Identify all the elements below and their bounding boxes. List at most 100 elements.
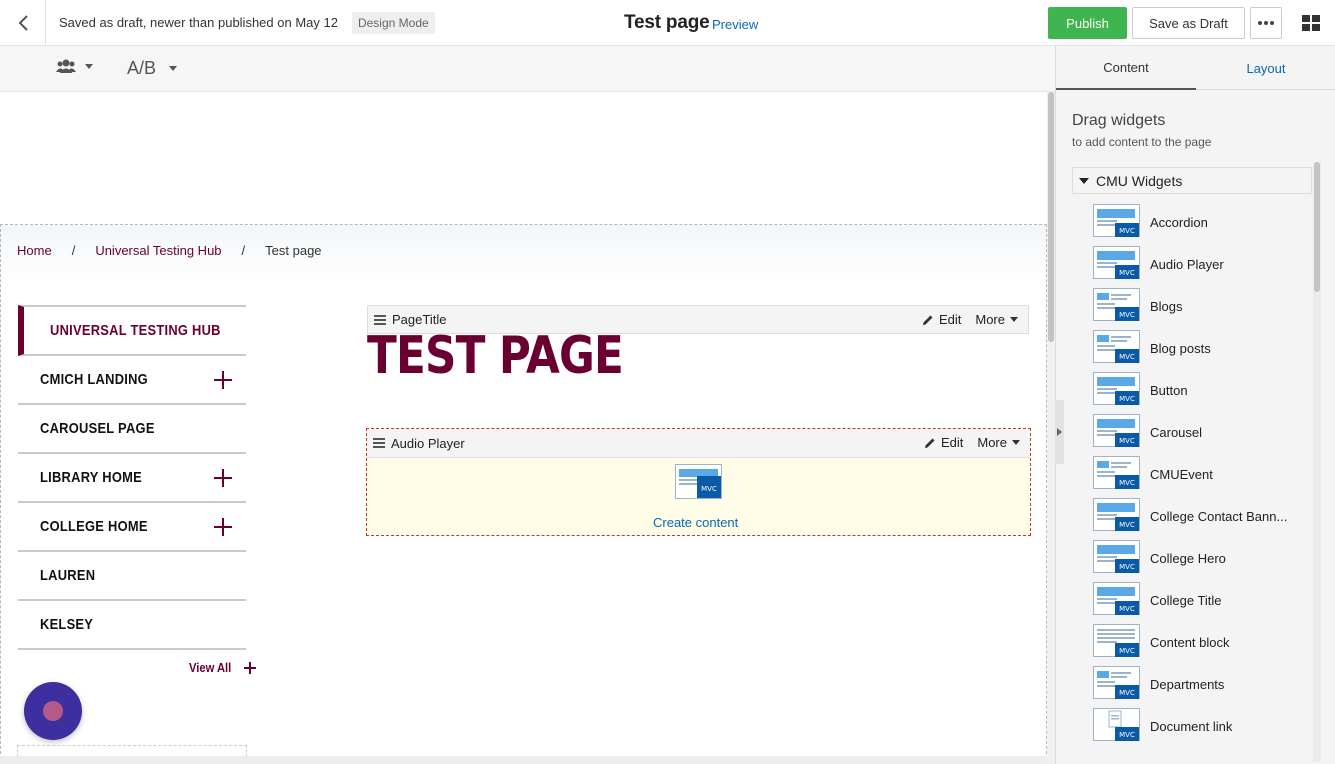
panel-collapse-handle[interactable]: [1055, 400, 1064, 464]
more-dropdown[interactable]: More: [975, 312, 1018, 327]
widget-item-label: Departments: [1150, 676, 1225, 692]
edit-button[interactable]: Edit: [924, 435, 963, 450]
nav-item[interactable]: LIBRARY HOME: [18, 454, 246, 503]
canvas-scrollbar[interactable]: [1047, 92, 1055, 764]
caret-down-icon: [85, 63, 93, 69]
back-button[interactable]: [0, 0, 46, 46]
widget-item[interactable]: MVC Document link: [1093, 705, 1293, 747]
widget-item[interactable]: MVC Audio Player: [1093, 243, 1293, 285]
horizontal-scrollbar[interactable]: [0, 756, 1047, 764]
widget-item-label: College Contact Bann...: [1150, 508, 1288, 524]
panel-scrollbar[interactable]: [1313, 162, 1321, 762]
editor-toolbar: A/B: [0, 46, 1055, 92]
widget-group-toggle[interactable]: CMU Widgets: [1072, 167, 1312, 194]
chevron-left-icon: [18, 14, 28, 31]
nav-item[interactable]: CMICH LANDING: [18, 356, 246, 405]
breadcrumb: Home / Universal Testing Hub / Test page: [17, 243, 322, 258]
svg-text:MVC: MVC: [1119, 647, 1135, 655]
widget-item[interactable]: MVC Blogs: [1093, 285, 1293, 327]
expand-plus-icon[interactable]: [214, 370, 232, 389]
audio-widget-bar[interactable]: Audio Player Edit More: [367, 429, 1030, 458]
page-title: Test page: [624, 12, 710, 33]
nav-item-label: CMICH LANDING: [40, 371, 148, 388]
page-heading: TEST PAGE: [367, 326, 624, 386]
widget-item-label: College Title: [1150, 592, 1222, 608]
more-label: More: [975, 312, 1005, 327]
breadcrumb-separator: /: [71, 243, 76, 258]
mvc-widget-icon: MVC: [1093, 203, 1141, 241]
design-mode-badge: Design Mode: [351, 11, 435, 34]
widget-item[interactable]: MVC Blog posts: [1093, 327, 1293, 369]
widget-item-label: Blogs: [1150, 298, 1183, 314]
mvc-widget-icon: MVC: [1093, 707, 1141, 745]
pencil-icon: [924, 438, 935, 448]
svg-text:MVC: MVC: [1119, 563, 1135, 571]
widget-item[interactable]: MVC College Title: [1093, 579, 1293, 621]
more-options-button[interactable]: [1250, 7, 1282, 39]
widget-item[interactable]: MVC College Hero: [1093, 537, 1293, 579]
breadcrumb-hub[interactable]: Universal Testing Hub: [95, 243, 221, 258]
drag-handle-icon[interactable]: [374, 314, 386, 325]
caret-down-icon: [169, 66, 178, 71]
svg-text:MVC: MVC: [1119, 353, 1135, 361]
panel-tabs: Content Layout: [1056, 46, 1335, 90]
publish-button[interactable]: Publish: [1048, 7, 1127, 39]
grid-icon: [1302, 15, 1320, 31]
tab-content[interactable]: Content: [1056, 46, 1196, 90]
edit-button[interactable]: Edit: [922, 312, 961, 327]
widget-panel: Content Layout Drag widgets to add conte…: [1055, 46, 1335, 764]
nav-item-label: COLLEGE HOME: [40, 518, 148, 535]
view-all-link[interactable]: View All: [189, 660, 257, 675]
expand-plus-icon[interactable]: [214, 468, 232, 487]
more-dropdown[interactable]: More: [977, 435, 1020, 450]
mvc-widget-icon: MVC: [1093, 539, 1141, 577]
edit-label: Edit: [938, 312, 962, 327]
ab-test-dropdown[interactable]: A/B: [127, 58, 178, 79]
widget-item[interactable]: MVC Accordion: [1093, 201, 1293, 243]
widget-item[interactable]: MVC CMUEvent: [1093, 453, 1293, 495]
mvc-widget-icon: MVC: [1093, 413, 1141, 451]
widget-item-label: College Hero: [1150, 550, 1226, 566]
expand-plus-icon[interactable]: [214, 517, 232, 536]
widget-item[interactable]: MVC Departments: [1093, 663, 1293, 705]
scrollbar-thumb[interactable]: [1314, 162, 1320, 292]
svg-text:MVC: MVC: [701, 485, 717, 493]
widget-item-label: Audio Player: [1150, 256, 1224, 272]
save-as-draft-button[interactable]: Save as Draft: [1132, 7, 1245, 39]
nav-item[interactable]: KELSEY: [18, 601, 246, 650]
widget-item[interactable]: MVC Carousel: [1093, 411, 1293, 453]
scrollbar-thumb[interactable]: [1048, 92, 1054, 342]
nav-item[interactable]: CAROUSEL PAGE: [18, 405, 246, 454]
svg-text:MVC: MVC: [1119, 227, 1135, 235]
nav-item[interactable]: COLLEGE HOME: [18, 503, 246, 552]
assistant-button[interactable]: [24, 682, 82, 740]
widget-item-label: Content block: [1150, 634, 1230, 650]
nav-item[interactable]: LAUREN: [18, 552, 246, 601]
widget-item[interactable]: MVC College Contact Bann...: [1093, 495, 1293, 537]
widget-title: PageTitle: [392, 312, 447, 327]
breadcrumb-separator: /: [241, 243, 246, 258]
svg-text:MVC: MVC: [1119, 689, 1135, 697]
panel-heading: Drag widgets: [1072, 112, 1166, 129]
mvc-widget-icon: MVC: [1093, 329, 1141, 367]
audio-player-widget[interactable]: Audio Player Edit More MVC Create conten…: [366, 428, 1031, 536]
nav-parent-link[interactable]: UNIVERSAL TESTING HUB: [18, 305, 246, 356]
persona-dropdown[interactable]: [56, 58, 93, 74]
drag-handle-icon[interactable]: [373, 438, 385, 448]
tab-layout[interactable]: Layout: [1196, 46, 1335, 90]
widget-item[interactable]: MVC Button: [1093, 369, 1293, 411]
layout-grid-button[interactable]: [1295, 7, 1327, 39]
view-all-label: View All: [189, 660, 232, 675]
ab-label: A/B: [127, 58, 157, 78]
breadcrumb-home[interactable]: Home: [17, 243, 52, 258]
create-content-link[interactable]: Create content: [653, 515, 738, 530]
caret-down-icon: [1010, 317, 1018, 322]
pencil-icon: [922, 315, 933, 325]
widget-item[interactable]: MVC Content block: [1093, 621, 1293, 663]
svg-text:MVC: MVC: [1119, 605, 1135, 613]
widget-list: MVC Accordion MVC Audio Player MVC Blogs MVC Bl…: [1093, 201, 1293, 747]
edit-label: Edit: [940, 435, 964, 450]
preview-link[interactable]: Preview: [712, 17, 758, 32]
breadcrumb-current: Test page: [265, 243, 322, 258]
mvc-widget-icon: MVC: [1093, 581, 1141, 619]
